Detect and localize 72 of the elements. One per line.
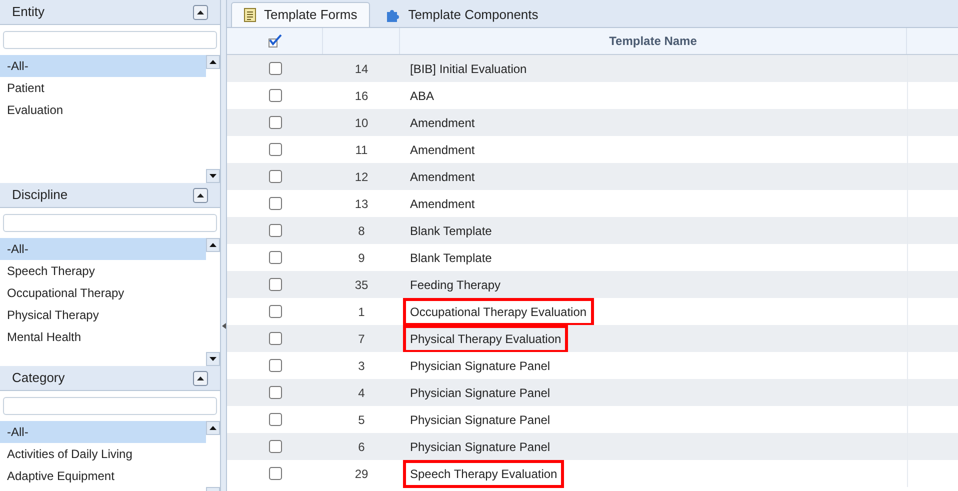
panel-title: Discipline — [12, 186, 68, 204]
table-cell-text: ABA — [409, 88, 436, 104]
select-all-icon[interactable] — [268, 34, 282, 48]
panel-title: Entity — [12, 3, 45, 22]
column-header[interactable]: Template Name — [609, 32, 697, 50]
table-cell-text: Blank Template — [409, 222, 493, 240]
row-checkbox[interactable] — [268, 251, 282, 264]
collapse-icon[interactable] — [193, 188, 208, 202]
search-field[interactable] — [3, 397, 217, 415]
table-cell: Speech Therapy Evaluation — [403, 460, 564, 488]
table-cell-text: 5 — [358, 412, 365, 428]
row-checkbox[interactable] — [268, 116, 282, 129]
table-cell-text: Blank Template — [409, 250, 493, 266]
table-cell-text: 1 — [358, 304, 365, 320]
scroll-up-icon[interactable] — [206, 238, 220, 252]
table-cell-text: 14 — [354, 60, 368, 78]
row-checkbox[interactable] — [268, 62, 282, 75]
search-field[interactable] — [3, 214, 217, 232]
document-icon — [244, 8, 256, 22]
table-cell-text: Physician Signature Panel — [409, 384, 552, 402]
list-item[interactable]: -All- — [0, 421, 206, 443]
scroll-down-icon[interactable] — [206, 352, 220, 366]
table-cell-text: 11 — [355, 142, 368, 158]
row-checkbox[interactable] — [268, 170, 282, 183]
row-checkbox[interactable] — [268, 467, 282, 480]
tab[interactable]: Template Components — [374, 2, 550, 27]
collapse-icon[interactable] — [193, 4, 208, 20]
scroll-down-icon[interactable] — [206, 169, 220, 183]
list-item[interactable]: -All- — [0, 238, 206, 260]
row-checkbox[interactable] — [268, 332, 282, 345]
search-field[interactable] — [3, 31, 217, 49]
table-cell-text: 16 — [354, 88, 368, 104]
table-cell-text: 35 — [354, 276, 368, 294]
table-cell-text: 3 — [358, 358, 365, 374]
collapse-icon[interactable] — [193, 370, 208, 386]
table-cell-text: [BIB] Initial Evaluation — [409, 60, 528, 78]
row-checkbox[interactable] — [268, 386, 282, 399]
table-cell-text: 12 — [354, 168, 368, 186]
table-cell-text: Physician Signature Panel — [409, 438, 552, 456]
tab[interactable]: Template Forms — [231, 2, 370, 27]
row-checkbox[interactable] — [268, 143, 282, 156]
table-cell-text: Physician Signature Panel — [409, 412, 552, 428]
row-checkbox[interactable] — [268, 440, 282, 453]
table-cell-text: Amendment — [409, 196, 476, 212]
row-checkbox[interactable] — [268, 278, 282, 291]
scroll-up-icon[interactable] — [206, 55, 220, 69]
row-checkbox[interactable] — [268, 305, 282, 318]
scrollbar[interactable] — [206, 421, 220, 491]
table-cell-text: Amendment — [409, 142, 476, 158]
row-checkbox[interactable] — [268, 89, 282, 102]
row-checkbox[interactable] — [268, 413, 282, 426]
scrollbar[interactable] — [206, 238, 220, 366]
table-cell-text: Feeding Therapy — [409, 276, 502, 294]
scroll-up-icon[interactable] — [206, 421, 220, 435]
puzzle-icon — [386, 8, 400, 22]
table-cell-text: 8 — [358, 222, 365, 240]
table-cell-text: Amendment — [409, 114, 476, 132]
table-cell-text: 6 — [358, 438, 365, 456]
row-checkbox[interactable] — [268, 224, 282, 237]
panel-title: Category — [12, 369, 65, 388]
table-cell-text: 10 — [354, 114, 368, 132]
scrollbar[interactable] — [206, 55, 220, 183]
table-cell-text: 7 — [358, 330, 365, 348]
table-cell-text: Physician Signature Panel — [409, 358, 552, 374]
table-cell-text: 9 — [358, 250, 365, 266]
table-cell-text: 13 — [354, 196, 368, 212]
row-checkbox[interactable] — [268, 197, 282, 210]
table-cell-text: 29 — [354, 466, 368, 482]
list-item[interactable]: -All- — [0, 55, 206, 77]
table-cell-text: 4 — [358, 384, 365, 402]
table-cell-text: Amendment — [409, 168, 476, 186]
row-checkbox[interactable] — [268, 359, 282, 372]
